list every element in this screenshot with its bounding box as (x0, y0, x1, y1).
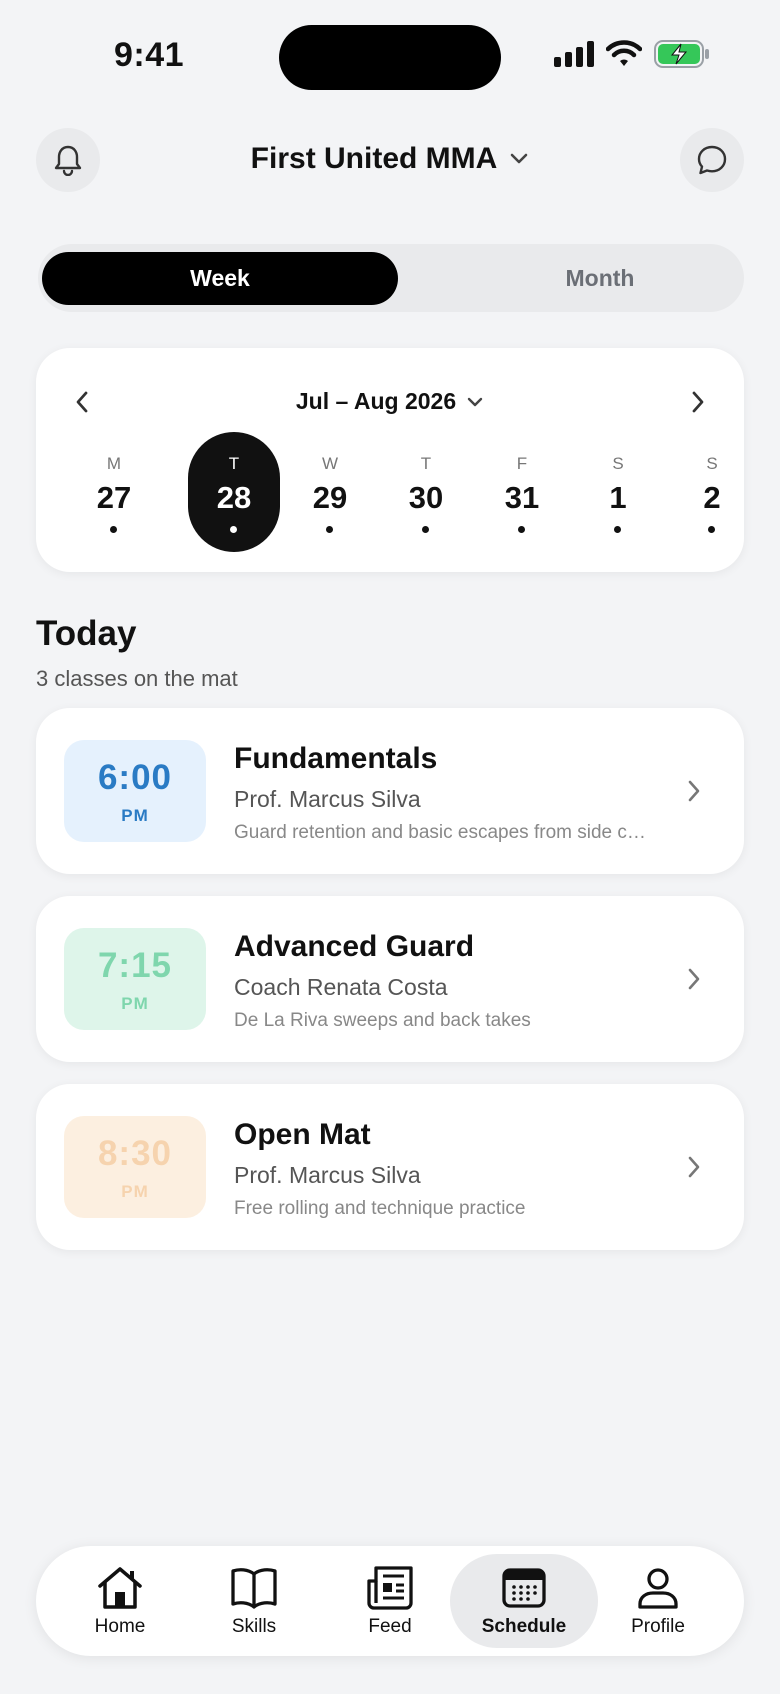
status-time: 9:41 (114, 36, 185, 74)
status-icons (554, 40, 710, 68)
class-coach: Prof. Marcus Silva (234, 1162, 421, 1188)
chat-bubble-icon (697, 145, 727, 175)
class-time: 6:00 (97, 758, 173, 797)
class-title: Advanced Guard (234, 930, 475, 963)
class-title: Open Mat (234, 1118, 371, 1151)
class-time: 8:30 (97, 1134, 173, 1173)
event-dot (708, 526, 715, 533)
day-strip: M 27 T 28 W 29 T 30 F 31 S 1 S 2 (68, 432, 721, 552)
day-of-week: M (106, 454, 122, 473)
class-card[interactable]: 6:00 PM Fundamentals Prof. Marcus Silva … (36, 708, 744, 874)
event-dot (326, 526, 333, 533)
day-of-week: F (516, 454, 528, 473)
tab-skills[interactable]: Skills (180, 1554, 328, 1648)
day-number: 2 (703, 480, 721, 515)
class-coach: Coach Renata Costa (234, 974, 448, 1000)
wifi-icon (606, 40, 642, 66)
event-dot (230, 526, 237, 533)
view-toggle: Week Month (38, 244, 744, 312)
home-icon (98, 1567, 142, 1609)
day-of-week: T (228, 454, 240, 473)
day-of-week: S (706, 454, 718, 473)
class-time: 7:15 (97, 946, 173, 985)
tab-schedule[interactable]: Schedule (450, 1554, 598, 1648)
month-range-selector[interactable]: Jul – Aug 2026 (36, 388, 744, 415)
day-cell-thu[interactable]: T 30 (380, 432, 472, 552)
class-time-badge: 6:00 PM (64, 740, 206, 842)
tab-label: Profile (631, 1616, 685, 1637)
status-bar: 9:41 (0, 0, 780, 110)
tab-label: Skills (231, 1616, 277, 1637)
calendar-icon (502, 1568, 546, 1608)
day-cell-fri[interactable]: F 31 (476, 432, 568, 552)
class-description: Free rolling and technique practice (234, 1198, 526, 1219)
day-number: 1 (609, 480, 627, 515)
section-title: Today (36, 614, 137, 653)
gym-title: First United MMA (250, 142, 498, 175)
day-cell-sat[interactable]: S 1 (572, 432, 664, 552)
tab-feed[interactable]: Feed (316, 1554, 464, 1648)
day-number: 29 (312, 480, 348, 515)
chevron-down-icon (467, 397, 483, 406)
class-description: Guard retention and basic escapes from s… (234, 822, 654, 843)
messages-button[interactable] (680, 128, 744, 192)
tab-label: Home (94, 1616, 146, 1637)
month-range-label: Jul – Aug 2026 (295, 388, 457, 414)
day-of-week: W (321, 454, 339, 473)
dynamic-island (279, 25, 501, 90)
chevron-right-icon (674, 959, 714, 999)
class-ampm: PM (121, 1182, 149, 1201)
day-cell-sun[interactable]: S 2 (666, 432, 758, 552)
tab-profile[interactable]: Profile (584, 1554, 732, 1648)
class-card[interactable]: 8:30 PM Open Mat Prof. Marcus Silva Free… (36, 1084, 744, 1250)
day-cell-wed[interactable]: W 29 (284, 432, 376, 552)
class-description: De La Riva sweeps and back takes (234, 1010, 531, 1031)
newspaper-icon (367, 1566, 413, 1610)
class-time-badge: 7:15 PM (64, 928, 206, 1030)
tab-label: Schedule (481, 1616, 567, 1637)
day-number: 31 (504, 480, 540, 515)
battery-charging-icon (654, 40, 709, 68)
chevron-right-icon (674, 771, 714, 811)
person-icon (638, 1568, 678, 1609)
header: First United MMA (0, 128, 780, 192)
day-cell-tue-selected[interactable]: T 28 (188, 432, 280, 552)
day-number: 28 (216, 480, 252, 515)
week-tab[interactable]: Week (42, 252, 398, 305)
chevron-right-icon (674, 1147, 714, 1187)
class-coach: Prof. Marcus Silva (234, 786, 421, 812)
month-tab[interactable]: Month (420, 252, 780, 305)
class-card[interactable]: 7:15 PM Advanced Guard Coach Renata Cost… (36, 896, 744, 1062)
tab-home[interactable]: Home (46, 1554, 194, 1648)
class-title: Fundamentals (234, 742, 438, 775)
event-dot (518, 526, 525, 533)
bottom-tab-bar: Home Skills Feed Schedule Profile (36, 1546, 744, 1656)
gym-selector[interactable]: First United MMA (0, 142, 780, 176)
event-dot (110, 526, 117, 533)
book-icon (231, 1568, 277, 1609)
day-of-week: T (420, 454, 432, 473)
class-ampm: PM (121, 806, 149, 825)
day-cell-mon[interactable]: M 27 (68, 432, 160, 552)
signal-icon (554, 41, 594, 67)
day-number: 30 (408, 480, 444, 515)
class-time-badge: 8:30 PM (64, 1116, 206, 1218)
event-dot (422, 526, 429, 533)
tab-label: Feed (368, 1616, 412, 1637)
event-dot (614, 526, 621, 533)
chevron-right-icon (692, 391, 704, 413)
chevron-down-icon (511, 153, 528, 164)
next-week-button[interactable] (678, 382, 718, 422)
class-ampm: PM (121, 994, 149, 1013)
week-calendar: Jul – Aug 2026 M 27 T 28 W 29 T 30 F 31 … (36, 348, 744, 572)
day-number: 27 (96, 480, 132, 515)
section-subtitle: 3 classes on the mat (36, 666, 238, 691)
day-of-week: S (612, 454, 624, 473)
